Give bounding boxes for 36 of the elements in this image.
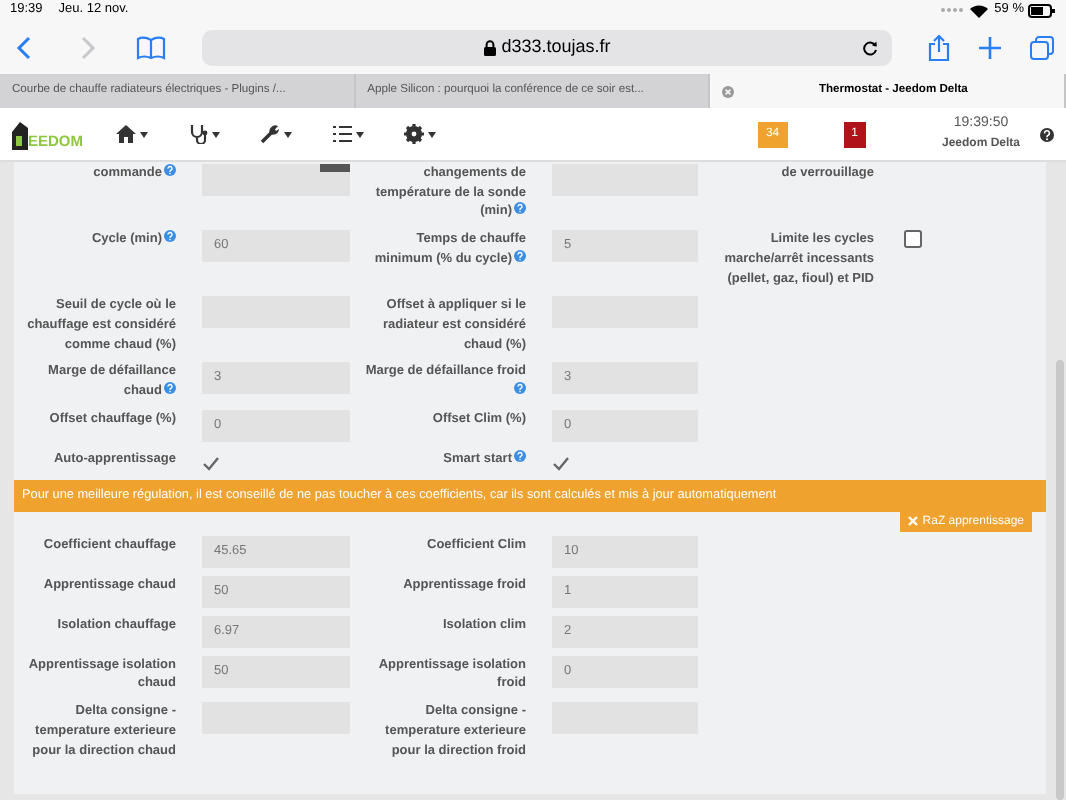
wifi-icon [970, 3, 989, 17]
settings-menu-button[interactable] [403, 124, 436, 144]
reload-icon[interactable] [862, 39, 878, 55]
color-swatch[interactable] [320, 164, 350, 172]
home-icon [115, 124, 136, 144]
back-icon[interactable] [16, 35, 32, 59]
wrench-icon [259, 124, 280, 144]
caret-icon [139, 131, 148, 137]
list-menu-button[interactable] [331, 124, 364, 144]
input-field[interactable] [202, 164, 350, 196]
close-icon [908, 516, 919, 527]
caret-icon [427, 131, 436, 137]
tabs-icon[interactable] [1030, 35, 1054, 59]
wrench-menu-button[interactable] [259, 124, 292, 144]
address-bar[interactable]: d333.toujas.fr [202, 29, 892, 65]
close-icon[interactable] [722, 85, 735, 97]
book-icon[interactable] [136, 35, 166, 59]
house-icon [12, 118, 28, 150]
home-menu-button[interactable] [115, 124, 148, 144]
caret-icon [283, 131, 292, 137]
stethoscope-icon [187, 124, 208, 144]
lock-icon [483, 39, 496, 55]
checkbox[interactable] [904, 230, 922, 249]
caret-icon [211, 131, 220, 137]
checkbox[interactable] [202, 455, 220, 472]
settings-icon [403, 124, 424, 144]
caret-icon [355, 131, 364, 137]
signal-icon [940, 6, 965, 14]
url-text: d333.toujas.fr [501, 33, 611, 60]
help-icon[interactable] [1040, 127, 1054, 141]
share-icon[interactable] [928, 33, 950, 61]
list-icon [331, 124, 352, 144]
battery-icon [1028, 3, 1056, 17]
stethoscope-menu-button[interactable] [187, 124, 220, 144]
checkbox[interactable] [552, 455, 570, 472]
plus-icon[interactable] [978, 35, 1002, 59]
